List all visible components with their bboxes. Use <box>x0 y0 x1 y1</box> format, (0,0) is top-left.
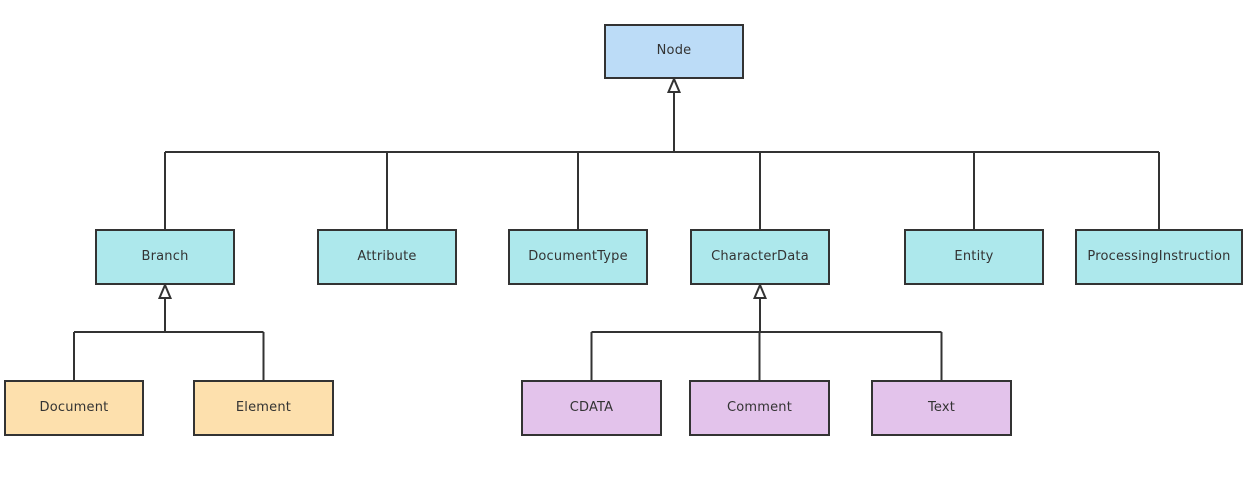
class-label: Attribute <box>357 248 417 264</box>
class-box-element[interactable]: Element <box>193 380 334 436</box>
class-box-attribute[interactable]: Attribute <box>317 229 457 285</box>
uml-class-diagram: Node Branch Attribute DocumentType Chara… <box>0 0 1245 500</box>
class-box-branch[interactable]: Branch <box>95 229 235 285</box>
class-label: Text <box>927 399 956 415</box>
class-box-text[interactable]: Text <box>871 380 1012 436</box>
class-box-cdata[interactable]: CDATA <box>521 380 662 436</box>
class-label: Entity <box>954 248 994 264</box>
generalization-arrowhead <box>157 282 173 299</box>
class-box-comment[interactable]: Comment <box>689 380 830 436</box>
generalization-arrowhead <box>752 282 768 299</box>
class-label: Branch <box>141 248 189 264</box>
class-label: ProcessingInstruction <box>1087 248 1231 264</box>
class-box-characterdata[interactable]: CharacterData <box>690 229 830 285</box>
class-box-documenttype[interactable]: DocumentType <box>508 229 648 285</box>
class-label: Comment <box>726 399 793 415</box>
class-box-entity[interactable]: Entity <box>904 229 1044 285</box>
generalization-arrowhead <box>666 76 682 93</box>
class-label: Node <box>656 43 692 59</box>
class-label: Document <box>39 399 109 415</box>
class-label: CharacterData <box>711 248 809 264</box>
class-label: Element <box>235 399 292 415</box>
class-box-processinginstruction[interactable]: ProcessingInstruction <box>1075 229 1243 285</box>
class-box-document[interactable]: Document <box>4 380 144 436</box>
class-box-node[interactable]: Node <box>604 24 744 79</box>
class-label: DocumentType <box>528 248 628 264</box>
class-label: CDATA <box>569 399 614 415</box>
